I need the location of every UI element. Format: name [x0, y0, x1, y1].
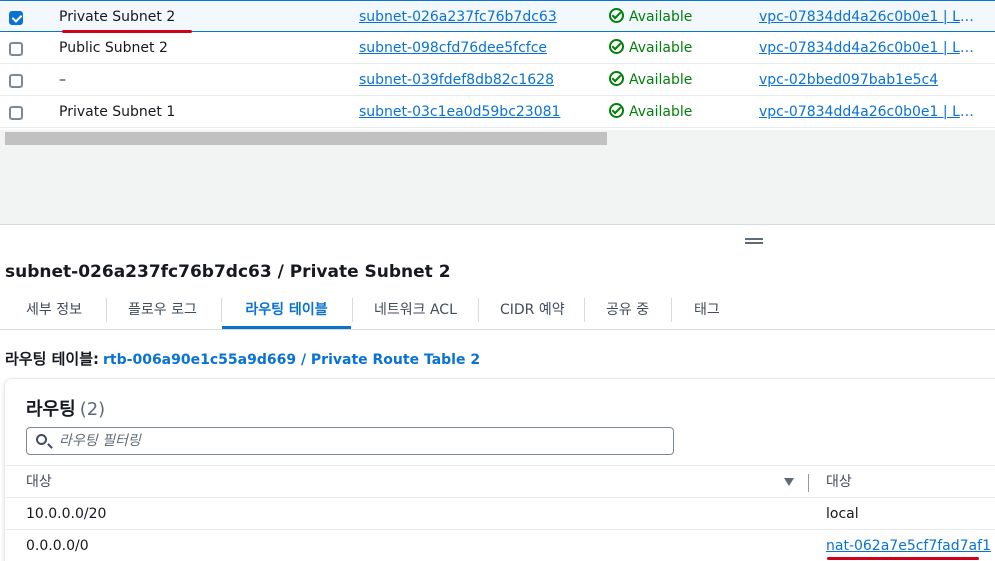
tab-flow-logs[interactable]: 플로우 로그 — [128, 293, 197, 329]
state-label: Available — [629, 72, 693, 88]
subnet-name: Public Subnet 2 — [59, 40, 168, 56]
page-title: subnet-026a237fc76b7dc63 / Private Subne… — [5, 262, 451, 282]
table-row[interactable]: Private Subnet 1 subnet-03c1ea0d59bc2308… — [0, 96, 995, 128]
sort-down-icon[interactable] — [784, 478, 794, 486]
tab-route-table[interactable]: 라우팅 테이블 — [222, 293, 351, 329]
tab-details[interactable]: 세부 정보 — [26, 293, 82, 329]
table-row[interactable]: Public Subnet 2 subnet-098cfd76dee5fcfce… — [0, 32, 995, 64]
routes-heading: 라우팅 (2) — [26, 395, 105, 421]
tab-sharing[interactable]: 공유 중 — [606, 293, 649, 329]
subnet-name: Private Subnet 1 — [59, 104, 176, 120]
subnet-id-link[interactable]: subnet-026a237fc76b7dc63 — [359, 1, 557, 33]
route-destination: 0.0.0.0/0 — [26, 538, 89, 554]
table-row[interactable]: Private Subnet 2 subnet-026a237fc76b7dc6… — [0, 0, 995, 32]
subnet-id-link[interactable]: subnet-03c1ea0d59bc23081 — [359, 96, 560, 128]
routes-panel: 라우팅(2) 대상 대상 10.0.0.0/20 local 0.0.0.0/0… — [4, 378, 995, 561]
subnet-state: Available — [609, 1, 692, 33]
horizontal-scrollbar[interactable] — [0, 130, 995, 147]
subnets-table: Private Subnet 2 subnet-026a237fc76b7dc6… — [0, 0, 995, 128]
check-circle-icon — [609, 103, 624, 118]
check-circle-icon — [609, 39, 624, 54]
column-header-target[interactable]: 대상 — [826, 466, 852, 498]
row-checkbox[interactable] — [9, 11, 23, 25]
table-row: 10.0.0.0/20 local — [5, 498, 995, 530]
tab-network-acl[interactable]: 네트워크 ACL — [374, 293, 457, 329]
route-filter[interactable] — [26, 427, 674, 455]
check-circle-icon — [609, 8, 624, 23]
routes-table-header: 대상 대상 — [5, 465, 995, 498]
tab-divider — [352, 298, 353, 322]
annotation-underline — [827, 557, 979, 560]
tab-tags[interactable]: 태그 — [694, 293, 720, 329]
vpc-link[interactable]: vpc-07834dd4a26c0b0e1 | Lab VPC — [759, 96, 979, 128]
row-checkbox[interactable] — [9, 106, 23, 120]
subnet-state: Available — [609, 96, 692, 128]
state-label: Available — [629, 9, 693, 25]
row-checkbox[interactable] — [9, 42, 23, 56]
route-table-line: 라우팅 테이블: rtb-006a90e1c55a9d669 / Private … — [5, 348, 480, 369]
subnet-id-link[interactable]: subnet-098cfd76dee5fcfce — [359, 32, 547, 64]
row-checkbox[interactable] — [9, 74, 23, 88]
column-divider[interactable] — [808, 474, 809, 492]
tab-cidr-reservations[interactable]: CIDR 예약 — [500, 293, 565, 329]
column-header-destination[interactable]: 대상 — [26, 466, 52, 498]
table-row[interactable]: – subnet-039fdef8db82c1628 Available vpc… — [0, 64, 995, 96]
annotation-underline — [62, 30, 192, 33]
route-table-label: 라우팅 테이블: — [5, 350, 100, 368]
tab-divider — [671, 298, 672, 322]
state-label: Available — [629, 104, 693, 120]
route-table-link[interactable]: rtb-006a90e1c55a9d669 / Private Route Ta… — [103, 352, 480, 368]
table-empty-area — [0, 147, 995, 225]
check-circle-icon — [609, 71, 624, 86]
tab-divider — [106, 298, 107, 322]
route-target: local — [826, 506, 859, 522]
subnet-id-link[interactable]: subnet-039fdef8db82c1628 — [359, 64, 554, 96]
route-filter-input[interactable] — [59, 430, 659, 452]
subnet-state: Available — [609, 64, 692, 96]
state-label: Available — [629, 40, 693, 56]
route-destination: 10.0.0.0/20 — [26, 506, 107, 522]
vpc-link[interactable]: vpc-07834dd4a26c0b0e1 | Lab VPC — [759, 32, 979, 64]
resize-handle-icon[interactable] — [745, 238, 763, 244]
tab-divider — [584, 298, 585, 322]
vpc-link[interactable]: vpc-07834dd4a26c0b0e1 | Lab VPC — [759, 1, 979, 33]
subnet-state: Available — [609, 32, 692, 64]
subnet-name: Private Subnet 2 — [59, 9, 176, 25]
routes-heading-text: 라우팅 — [26, 399, 76, 420]
routes-count: (2) — [79, 399, 106, 420]
subnet-name: – — [59, 72, 66, 88]
tab-divider — [478, 298, 479, 322]
scrollbar-thumb[interactable] — [5, 132, 607, 145]
vpc-link[interactable]: vpc-02bbed097bab1e5c4 — [759, 64, 979, 96]
detail-tabs: 세부 정보 플로우 로그 라우팅 테이블 네트워크 ACL CIDR 예약 공유… — [0, 293, 995, 330]
search-icon — [36, 434, 47, 445]
